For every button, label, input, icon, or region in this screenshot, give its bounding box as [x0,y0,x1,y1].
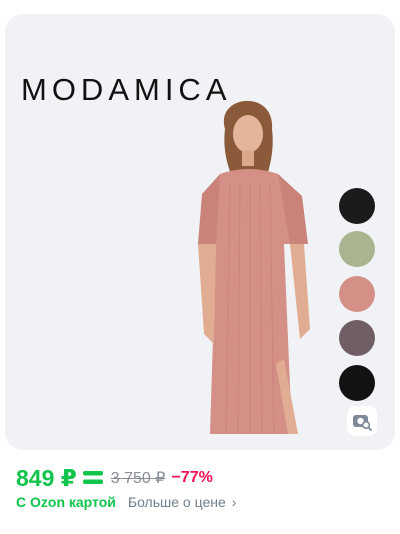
price-row[interactable]: 849 ₽ 3 750 ₽ −77% [16,463,213,493]
price-subtitle-row: С Ozon картой Больше о цене › [16,494,236,510]
more-price-label: Больше о цене [127,494,226,510]
ozon-card-icon [82,468,103,488]
chevron-right-icon: › [231,494,237,510]
color-swatch-taupe[interactable] [339,320,375,356]
ozon-card-label: С Ozon картой [16,494,116,510]
product-image-card[interactable]: MODAMICA [5,14,395,450]
camera-search-icon[interactable] [347,406,377,436]
current-price: 849 ₽ [16,464,77,491]
color-swatch-black-2[interactable] [339,365,375,401]
discount-badge: −77% [171,469,213,486]
color-swatch-black[interactable] [339,188,375,224]
color-swatch-sage[interactable] [339,231,375,267]
old-price: 3 750 ₽ [110,470,166,487]
color-swatch-dusty-pink[interactable] [339,276,375,312]
dress-photo [198,100,310,434]
more-price-link[interactable]: Больше о цене › [128,494,237,510]
